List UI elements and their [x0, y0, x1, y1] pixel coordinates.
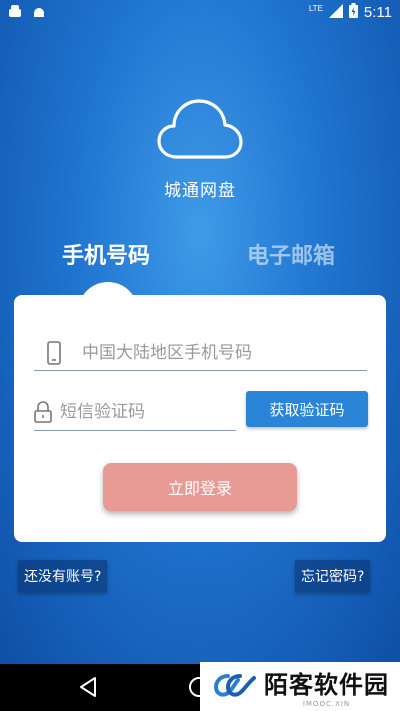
- clock: 5:11: [363, 4, 392, 21]
- android-icon: [8, 4, 22, 22]
- lock-icon: [34, 401, 52, 423]
- cloud-icon: [157, 99, 243, 159]
- network-label: LTE: [308, 4, 323, 13]
- signal-icon: [328, 3, 343, 22]
- login-button[interactable]: 立即登录: [103, 463, 297, 511]
- get-code-button[interactable]: 获取验证码: [246, 391, 368, 427]
- watermark-title: 陌客软件园: [264, 670, 389, 699]
- watermark: 陌客软件园 IMOOC.XIN: [200, 662, 400, 711]
- login-screen: LTE 5:11 城通网盘 手机号码 电子邮箱 获取验证码 立即登录 还没有账号…: [0, 0, 400, 664]
- forgot-password-link[interactable]: 忘记密码?: [295, 560, 371, 592]
- status-bar: LTE 5:11: [0, 0, 400, 24]
- android-icon: [32, 4, 46, 22]
- code-input[interactable]: [52, 402, 279, 422]
- phone-icon: [34, 340, 74, 365]
- watermark-subtitle: IMOOC.XIN: [302, 700, 351, 708]
- phone-input[interactable]: [74, 342, 367, 363]
- active-tab-indicator: [78, 282, 138, 312]
- battery-icon: [348, 3, 358, 22]
- back-icon[interactable]: [78, 676, 98, 702]
- tab-email[interactable]: 电子邮箱: [247, 238, 335, 270]
- code-field: [34, 394, 279, 431]
- register-link[interactable]: 还没有账号?: [18, 560, 108, 592]
- tab-phone[interactable]: 手机号码: [62, 238, 150, 270]
- app-name: 城通网盘: [164, 181, 236, 201]
- watermark-logo-icon: [213, 672, 258, 702]
- phone-field: [34, 335, 367, 371]
